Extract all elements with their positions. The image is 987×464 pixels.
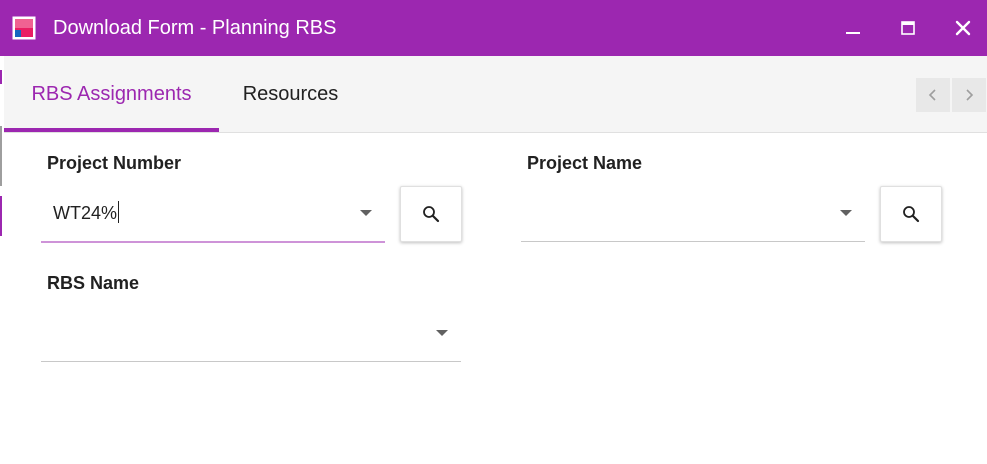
minimize-button[interactable] xyxy=(833,8,873,48)
chevron-right-icon xyxy=(966,89,974,101)
project-name-field[interactable] xyxy=(521,185,865,242)
search-icon xyxy=(903,206,920,223)
app-icon xyxy=(12,16,36,40)
project-number-value-wrap: WT24% xyxy=(53,201,120,224)
project-number-value: WT24% xyxy=(53,203,118,223)
chevron-left-icon xyxy=(928,89,936,101)
tab-resources[interactable]: Resources xyxy=(219,56,362,132)
edge-mark xyxy=(0,126,2,186)
title-bar: Download Form - Planning RBS xyxy=(0,0,987,56)
window-title: Download Form - Planning RBS xyxy=(53,17,337,39)
rbs-name-label: RBS Name xyxy=(47,273,140,293)
edge-mark xyxy=(0,196,2,236)
project-number-label: Project Number xyxy=(47,153,182,173)
project-name-search-button[interactable] xyxy=(880,186,942,242)
chevron-down-icon[interactable] xyxy=(360,210,372,216)
chevron-down-icon[interactable] xyxy=(436,330,448,336)
tab-rbs-assignments[interactable]: RBS Assignments xyxy=(4,56,219,132)
rbs-name-field[interactable] xyxy=(41,305,461,362)
search-icon xyxy=(423,206,440,223)
edge-mark xyxy=(0,70,2,84)
close-icon xyxy=(955,20,971,36)
chevron-down-icon[interactable] xyxy=(840,210,852,216)
project-name-label: Project Name xyxy=(527,153,643,173)
tab-label: RBS Assignments xyxy=(31,82,192,105)
close-button[interactable] xyxy=(943,8,983,48)
maximize-button[interactable] xyxy=(888,8,928,48)
maximize-icon xyxy=(901,21,915,35)
active-tab-indicator xyxy=(4,128,219,132)
text-cursor xyxy=(118,201,120,223)
tab-scroll-left-button[interactable] xyxy=(916,78,950,112)
project-number-search-button[interactable] xyxy=(400,186,462,242)
tab-scroll-right-button[interactable] xyxy=(952,78,986,112)
tab-label: Resources xyxy=(242,82,339,105)
tab-bar: RBS Assignments Resources xyxy=(4,56,987,133)
project-number-field[interactable]: WT24% xyxy=(41,185,385,243)
download-form-window: Download Form - Planning RBS RBS Assignm… xyxy=(0,0,987,464)
minimize-icon xyxy=(846,32,860,34)
